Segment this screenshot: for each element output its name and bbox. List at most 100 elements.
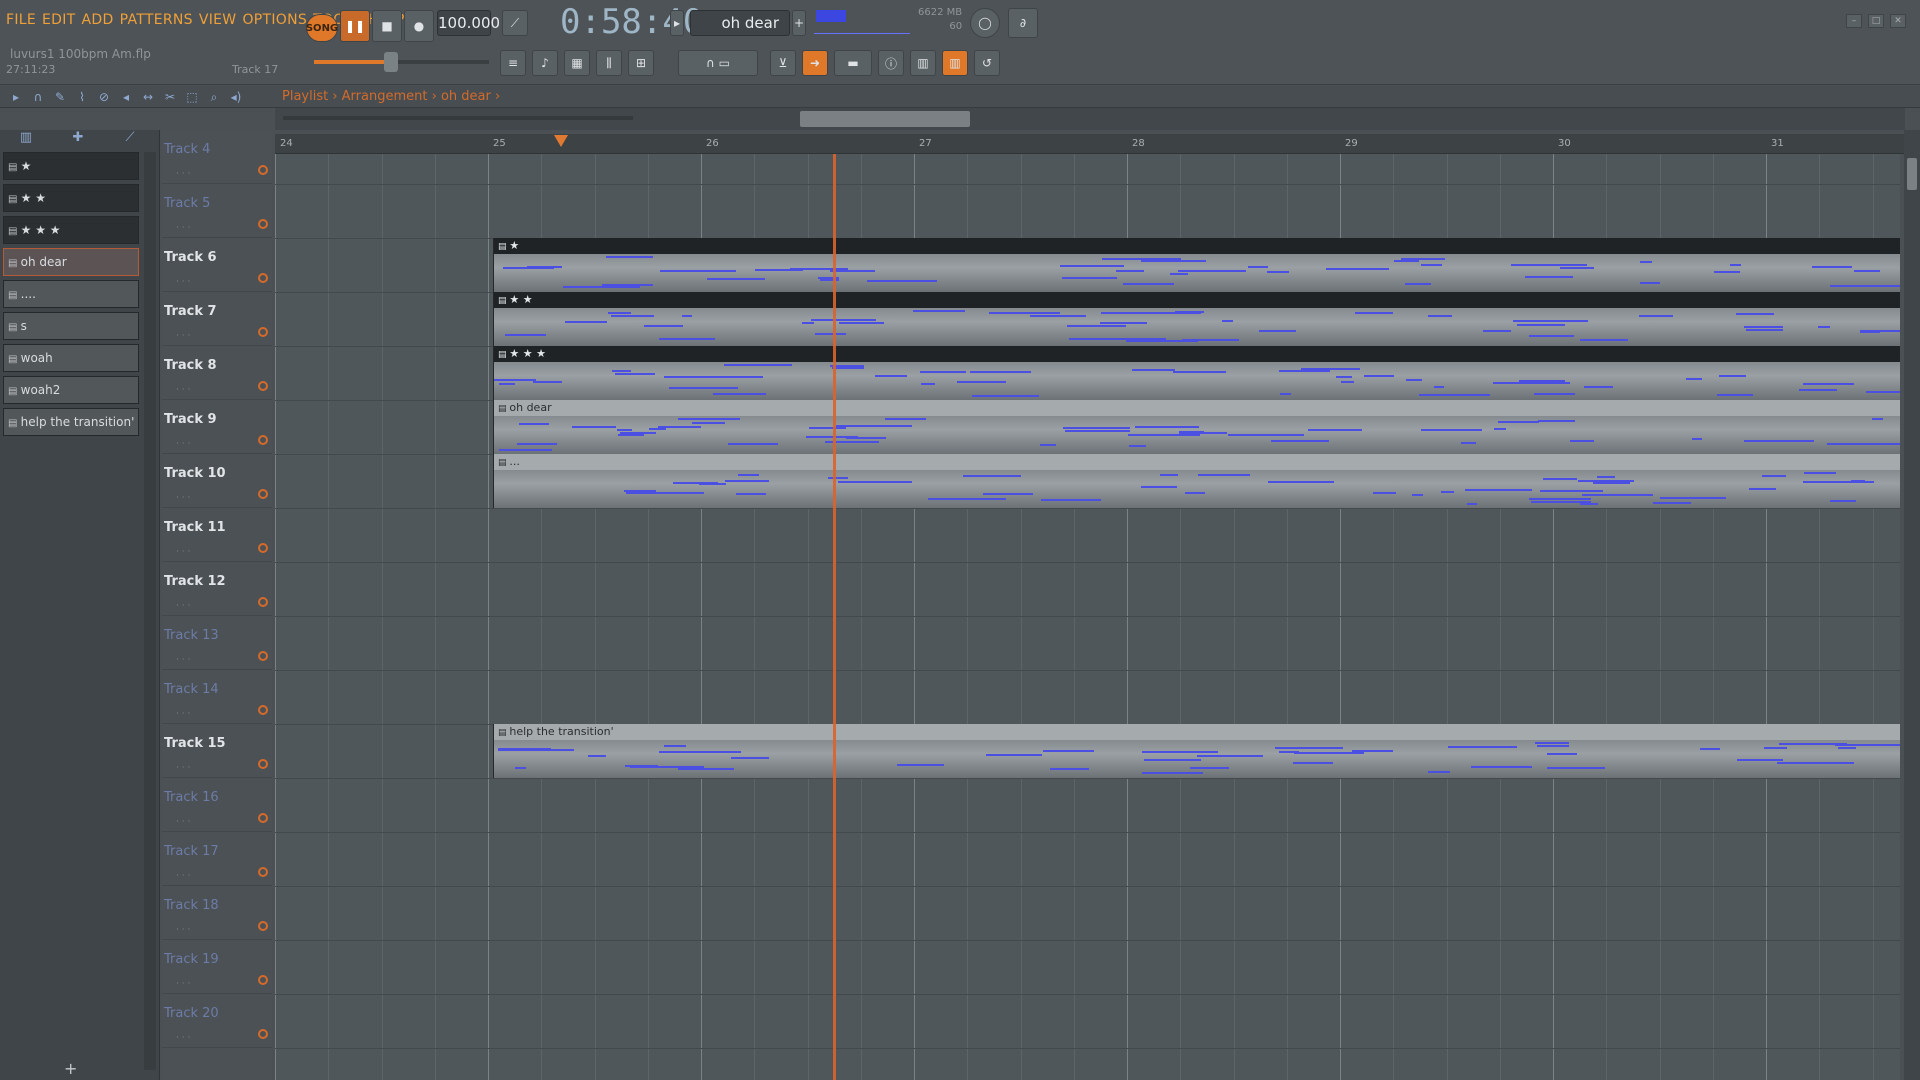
keyboard-button[interactable]: ▬ xyxy=(834,50,872,76)
song-mode-button[interactable]: SONG xyxy=(306,14,338,42)
pattern-item[interactable]: help the transition' xyxy=(3,408,139,436)
track-mute-icon[interactable] xyxy=(258,759,268,769)
playhead-marker[interactable] xyxy=(554,135,568,147)
track-mute-icon[interactable] xyxy=(258,867,268,877)
pause-button[interactable]: ❚❚ xyxy=(340,10,370,42)
info-button[interactable]: ⓘ xyxy=(878,50,904,76)
slice-icon[interactable]: ✂ xyxy=(162,89,178,105)
browser-window-button[interactable]: ⊞ xyxy=(628,50,654,76)
track-header[interactable]: Track 20 · · · xyxy=(162,994,272,1048)
triangle-right-icon[interactable]: ▸ xyxy=(8,89,24,105)
pattern-selector[interactable]: oh dear xyxy=(690,10,790,36)
slip-icon[interactable]: ↔ xyxy=(140,89,156,105)
tempo-display[interactable]: 100.000 xyxy=(437,10,500,36)
master-volume-handle[interactable] xyxy=(384,52,398,72)
snap-selector[interactable]: ∩ ▭ xyxy=(678,50,758,76)
pattern-item[interactable]: .... xyxy=(3,280,139,308)
track-mute-icon[interactable] xyxy=(258,1029,268,1039)
track-mute-icon[interactable] xyxy=(258,381,268,391)
track-header[interactable]: Track 5 · · · xyxy=(162,184,272,238)
typing-keyboard-button[interactable]: ▥ xyxy=(910,50,936,76)
select-icon[interactable]: ⬚ xyxy=(184,89,200,105)
track-header[interactable]: Track 19 · · · xyxy=(162,940,272,994)
scroll-thumb[interactable] xyxy=(800,111,970,127)
playlist-window-button[interactable]: ≡ xyxy=(500,50,526,76)
menu-file[interactable]: FILE xyxy=(6,12,36,28)
track-header[interactable]: Track 4 · · · xyxy=(162,130,272,184)
track-mute-icon[interactable] xyxy=(258,921,268,931)
track-mute-icon[interactable] xyxy=(258,489,268,499)
track-mute-icon[interactable] xyxy=(258,273,268,283)
track-header[interactable]: Track 10 · · · xyxy=(162,454,284,508)
arrow-button[interactable]: ➜ xyxy=(802,50,828,76)
track-mute-icon[interactable] xyxy=(258,597,268,607)
track-header[interactable]: Track 7 · · · xyxy=(162,292,284,346)
stop-button[interactable]: ■ xyxy=(372,10,402,42)
vertical-scrollbar[interactable] xyxy=(1904,130,1920,1080)
track-header[interactable]: Track 14 · · · xyxy=(162,670,272,724)
pattern-item[interactable]: woah2 xyxy=(3,376,139,404)
channel-rack-window-button[interactable]: ▦ xyxy=(564,50,590,76)
vertical-scroll-thumb[interactable] xyxy=(1907,158,1917,190)
pattern-clip[interactable]: ★ ★ xyxy=(493,292,1900,346)
patterns-tab-icon[interactable]: ▥ xyxy=(4,128,48,146)
pattern-clip[interactable]: ... xyxy=(493,454,1900,508)
timeline-ruler[interactable]: 24 25 26 27 28 29 30 31 xyxy=(275,134,1905,154)
pattern-item[interactable]: ★ ★ xyxy=(3,184,139,212)
zoom-icon[interactable]: ⌕ xyxy=(206,89,222,105)
playback-icon[interactable]: ◂) xyxy=(228,89,244,105)
track-header[interactable]: Track 9 · · · xyxy=(162,400,284,454)
pattern-item[interactable]: s xyxy=(3,312,139,340)
delete-icon[interactable]: ⊘ xyxy=(96,89,112,105)
maximize-icon[interactable]: □ xyxy=(1868,14,1884,28)
pattern-clip[interactable]: ★ xyxy=(493,238,1900,292)
menu-options[interactable]: OPTIONS xyxy=(242,12,307,28)
playlist-breadcrumb[interactable]: Playlist › Arrangement › oh dear › xyxy=(282,89,500,104)
add-pattern-button[interactable]: + xyxy=(64,1059,77,1078)
pattern-item[interactable]: oh dear xyxy=(3,248,139,276)
minimize-icon[interactable]: – xyxy=(1846,14,1862,28)
track-header[interactable]: Track 17 · · · xyxy=(162,832,272,886)
pattern-clip[interactable]: oh dear xyxy=(493,400,1900,454)
online-button[interactable]: ∂ xyxy=(1008,8,1038,38)
mixer-window-button[interactable]: ⫼ xyxy=(596,50,622,76)
track-header[interactable]: Track 15 · · · xyxy=(162,724,272,778)
track-mute-icon[interactable] xyxy=(258,651,268,661)
horizontal-scrollbar[interactable] xyxy=(275,108,1905,130)
track-mute-icon[interactable] xyxy=(258,219,268,229)
audio-tab-icon[interactable]: ✚ xyxy=(56,128,100,146)
mute-icon[interactable]: ◂ xyxy=(118,89,134,105)
master-volume-slider[interactable] xyxy=(314,52,489,72)
track-mute-icon[interactable] xyxy=(258,543,268,553)
track-mute-icon[interactable] xyxy=(258,435,268,445)
cart-button[interactable]: ⊻ xyxy=(770,50,796,76)
track-header[interactable]: Track 13 · · · xyxy=(162,616,272,670)
metronome-button[interactable]: ⟋ xyxy=(502,10,528,36)
track-mute-icon[interactable] xyxy=(258,813,268,823)
picker-scrollbar[interactable] xyxy=(144,152,156,1070)
brush-icon[interactable]: ⌇ xyxy=(74,89,90,105)
track-mute-icon[interactable] xyxy=(258,327,268,337)
track-mute-icon[interactable] xyxy=(258,165,268,175)
track-header[interactable]: Track 12 · · · xyxy=(162,562,272,616)
step-edit-button[interactable]: ▥ xyxy=(942,50,968,76)
pattern-clip[interactable]: ★ ★ ★ xyxy=(493,346,1900,400)
record-button[interactable]: ● xyxy=(404,10,434,42)
pattern-clip[interactable]: help the transition' xyxy=(493,724,1900,778)
automation-tab-icon[interactable]: ⟋ xyxy=(108,128,152,146)
pattern-item[interactable]: ★ ★ ★ xyxy=(3,216,139,244)
pattern-add-button[interactable]: + xyxy=(792,10,806,36)
playlist-grid[interactable]: ★ ★ ★ ★ ★ ★ oh dear... help the transition' xyxy=(275,154,1900,1080)
blend-notes-button[interactable]: ↺ xyxy=(974,50,1000,76)
menu-edit[interactable]: EDIT xyxy=(42,12,76,28)
pencil-icon[interactable]: ✎ xyxy=(52,89,68,105)
menu-patterns[interactable]: PATTERNS xyxy=(120,12,193,28)
menu-add[interactable]: ADD xyxy=(82,12,114,28)
track-header[interactable]: Track 18 · · · xyxy=(162,886,272,940)
track-header[interactable]: Track 16 · · · xyxy=(162,778,272,832)
close-icon[interactable]: ✕ xyxy=(1890,14,1906,28)
magnet-icon[interactable]: ∩ xyxy=(30,89,46,105)
pattern-item[interactable]: ★ xyxy=(3,152,139,180)
pattern-item[interactable]: woah xyxy=(3,344,139,372)
track-header[interactable]: Track 11 · · · xyxy=(162,508,272,562)
